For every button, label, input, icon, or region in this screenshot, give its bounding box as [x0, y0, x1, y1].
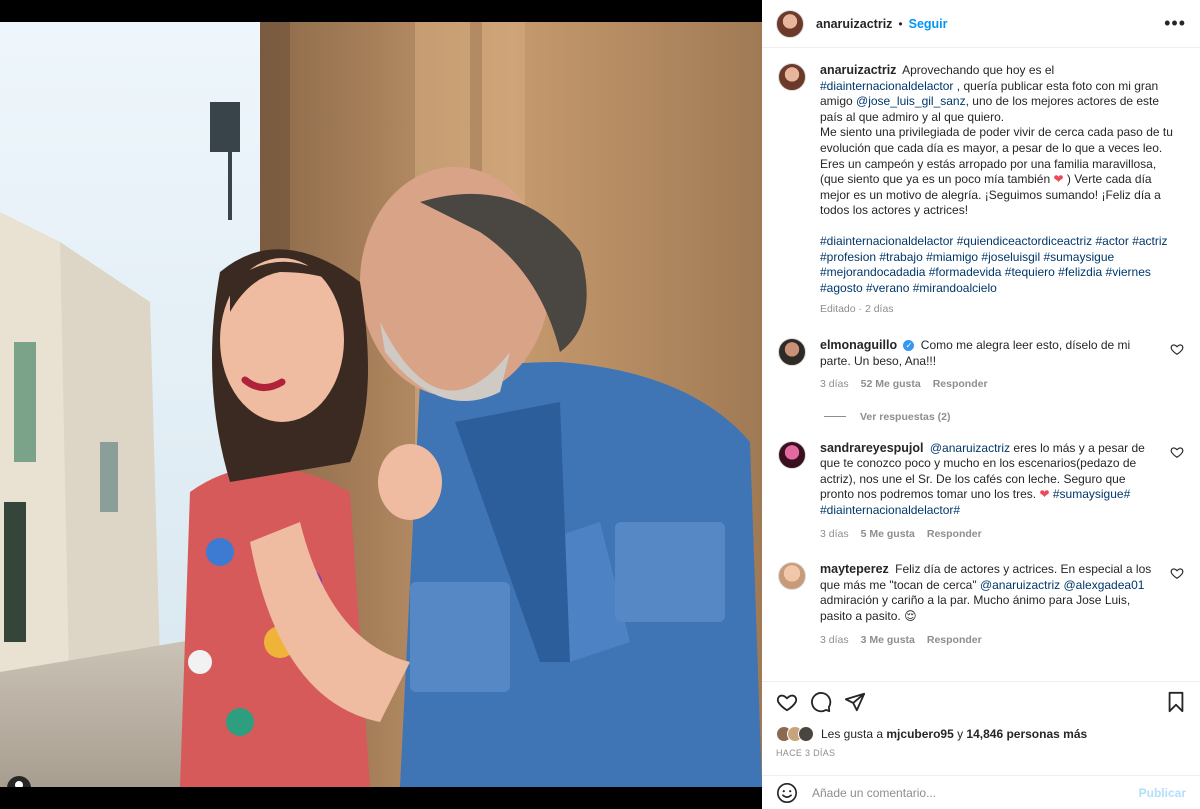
relieved-emoji: 😌	[904, 609, 917, 624]
post-time: HACE 3 DÍAS	[776, 748, 836, 758]
post-actions: Les gusta a mjcubero95 y 14,846 personas…	[762, 681, 1200, 775]
comment-likes-link[interactable]: 52 Me gusta	[861, 377, 921, 393]
commenter-username[interactable]: mayteperez	[820, 562, 889, 576]
top-letterbox	[0, 0, 762, 22]
action-icons	[776, 690, 1186, 714]
reply-button[interactable]: Responder	[933, 377, 988, 393]
reply-button[interactable]: Responder	[927, 633, 982, 649]
view-replies-label[interactable]: Ver respuestas (2)	[860, 411, 950, 423]
comment-item: elmonaguillo ✓ Como me alegra leer esto,…	[778, 337, 1184, 393]
comment-meta: 3 días 52 Me gusta Responder	[820, 377, 1160, 393]
caption-paragraph: Eres un campeón y estás arropado por una…	[820, 157, 1178, 219]
reply-button[interactable]: Responder	[927, 527, 982, 543]
caption: anaruizactriz Aprovechando que hoy es el…	[778, 63, 1184, 318]
hashtag-link[interactable]: #sumaysigue#	[1053, 487, 1130, 501]
comment-meta: 3 días 5 Me gusta Responder	[820, 527, 1160, 543]
liker-username[interactable]: mjcubero95	[886, 727, 953, 741]
comment-likes-link[interactable]: 3 Me gusta	[861, 633, 915, 649]
mention-link[interactable]: @anaruizactriz	[980, 578, 1060, 592]
comments-list[interactable]: anaruizactriz Aprovechando que hoy es el…	[762, 49, 1200, 681]
like-comment-heart-icon[interactable]	[1170, 445, 1184, 459]
tagged-user-icon[interactable]	[7, 776, 31, 787]
comment-time: 3 días	[820, 527, 849, 540]
mention-link[interactable]: @anaruizactriz	[930, 441, 1010, 455]
author-avatar[interactable]	[776, 9, 804, 38]
edited-label: Editado · 2 días	[820, 303, 894, 316]
commenter-avatar[interactable]	[778, 337, 806, 366]
view-replies-button[interactable]: Ver respuestas (2)	[824, 411, 1184, 423]
hashtag-link[interactable]: #diainternacionaldelactor#	[820, 503, 960, 517]
commenter-avatar[interactable]	[778, 440, 806, 469]
likes-mid: y	[953, 727, 967, 741]
like-comment-heart-icon[interactable]	[1170, 566, 1184, 580]
replies-divider-line	[824, 416, 846, 418]
commenter-username[interactable]: sandrareyespujol	[820, 441, 924, 455]
mention-link[interactable]: @jose_luis_gil_sanz	[856, 94, 966, 108]
comment-text: admiración y cariño a la par. Mucho ánim…	[820, 593, 1131, 624]
like-heart-icon[interactable]	[776, 691, 798, 713]
add-comment-bar: Publicar	[762, 775, 1200, 809]
verified-badge-icon: ✓	[903, 339, 915, 351]
likes-summary: Les gusta a mjcubero95 y 14,846 personas…	[776, 726, 1186, 742]
comment-item: mayteperez Feliz día de actores y actric…	[778, 562, 1184, 648]
more-options-icon[interactable]: •••	[1164, 13, 1186, 34]
caption-hashtags[interactable]: #diainternacionaldelactor #quiendiceacto…	[820, 234, 1178, 296]
hashtag-link[interactable]: #diainternacionaldelactor	[820, 79, 953, 93]
comment-input[interactable]	[812, 785, 1139, 800]
emoji-picker-icon[interactable]	[776, 782, 798, 804]
liker-avatar[interactable]	[798, 726, 814, 742]
follow-button[interactable]: Seguir	[909, 17, 948, 31]
comment-time: 3 días	[820, 633, 849, 646]
comment-icon[interactable]	[810, 691, 832, 713]
author-username[interactable]: anaruizactriz	[816, 17, 892, 31]
caption-paragraph: Me siento una privilegiada de poder vivi…	[820, 125, 1173, 155]
like-comment-heart-icon[interactable]	[1170, 342, 1184, 356]
save-bookmark-icon[interactable]	[1166, 691, 1186, 713]
post-header: anaruizactriz • Seguir •••	[762, 0, 1200, 48]
separator-dot: •	[898, 16, 903, 31]
heart-emoji: ❤	[1039, 487, 1050, 502]
author-avatar[interactable]	[778, 63, 806, 91]
share-paper-plane-icon[interactable]	[844, 691, 866, 713]
heart-emoji: ❤	[1053, 172, 1064, 187]
likes-prefix: Les gusta a	[821, 727, 887, 741]
caption-meta: Editado · 2 días	[820, 302, 1178, 318]
comment-time: 3 días	[820, 378, 849, 391]
publish-button[interactable]: Publicar	[1139, 786, 1186, 800]
caption-username[interactable]: anaruizactriz	[820, 63, 896, 77]
post-photo[interactable]	[0, 22, 762, 787]
commenter-username[interactable]: elmonaguillo	[820, 338, 897, 352]
mention-link[interactable]: @alexgadea01	[1064, 578, 1145, 592]
post-side-panel: anaruizactriz • Seguir ••• anaruizactriz…	[762, 0, 1200, 809]
comment-likes-link[interactable]: 5 Me gusta	[861, 527, 915, 543]
likes-text: Les gusta a mjcubero95 y 14,846 personas…	[821, 727, 1087, 741]
post-photo-illustration	[0, 22, 762, 787]
comment-meta: 3 días 3 Me gusta Responder	[820, 633, 1160, 649]
caption-text: Aprovechando que hoy es el	[902, 63, 1055, 77]
comment-item: sandrareyespujol @anaruizactriz eres lo …	[778, 440, 1184, 543]
likes-count-link[interactable]: 14,846 personas más	[966, 727, 1087, 741]
commenter-avatar[interactable]	[778, 562, 806, 591]
